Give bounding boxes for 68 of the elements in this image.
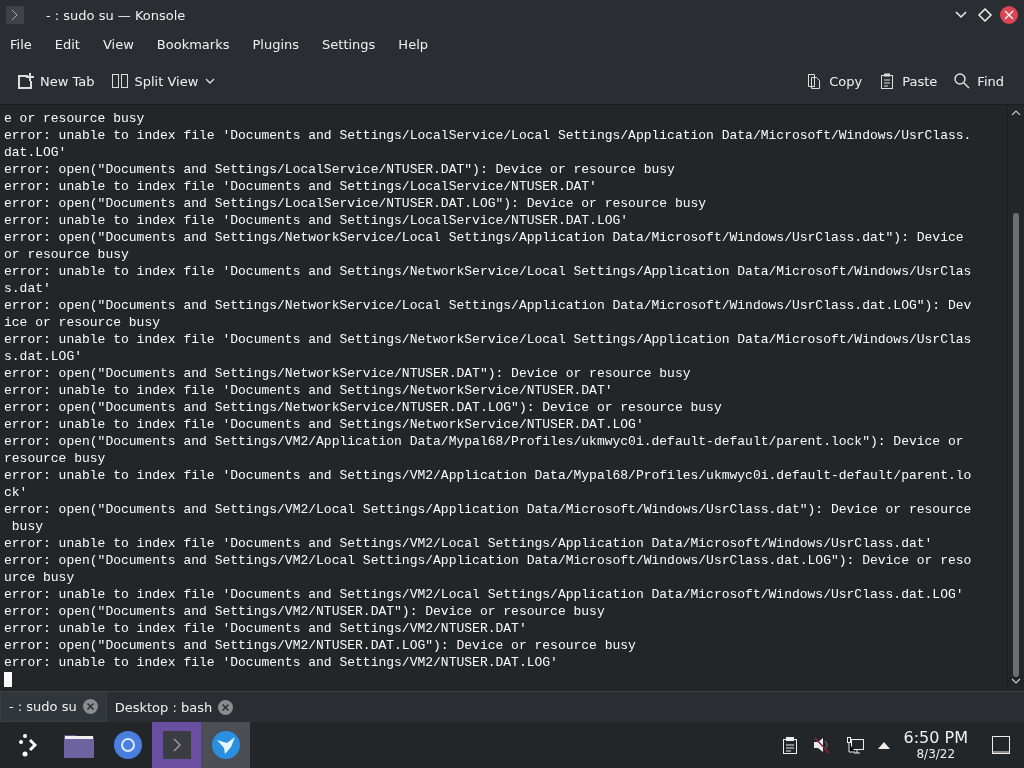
- expand-arrow-icon[interactable]: [877, 741, 890, 749]
- menu-item[interactable]: Edit: [46, 32, 88, 56]
- close-tab-icon[interactable]: [218, 699, 234, 715]
- terminal-line: e or resource busy: [4, 110, 145, 127]
- terminal-line: error: open("Documents and Settings/NetworkService/Local Settings/Application Data/Microsoft/Windows/UsrClass.dat.LOG"): Dev: [4, 297, 972, 314]
- terminal-line: ck': [4, 484, 28, 501]
- show-desktop-icon[interactable]: [992, 736, 1010, 754]
- network-icon[interactable]: [845, 736, 864, 754]
- konsole-icon: [6, 6, 24, 24]
- close-tab-icon[interactable]: [82, 699, 98, 714]
- terminal-line: error: unable to index file 'Documents and Settings/NetworkService/Local Settings/Application Data/Microsoft/Windows/UsrClas: [4, 263, 972, 280]
- terminal-line: error: open("Documents and Settings/VM2/NTUSER.DAT"): Device or resource busy: [4, 603, 605, 620]
- text-cursor: [4, 672, 12, 687]
- terminal-line: error: open("Documents and Settings/NetworkService/NTUSER.DAT.LOG"): Device or resource busy: [4, 399, 722, 416]
- clock[interactable]: 6:50 PM 8/3/22: [903, 730, 968, 760]
- bird-icon: [210, 730, 241, 760]
- terminal-line: resource busy: [4, 450, 106, 467]
- terminal-line: error: open("Documents and Settings/VM2/NTUSER.DAT.LOG"): Device or resource busy: [4, 637, 636, 654]
- terminal-line: error: open("Documents and Settings/VM2/Application Data/Mypal68/Profiles/ukmwyc0i.default-default/parent.lock"): Device or: [4, 433, 964, 450]
- terminal-line: error: open("Documents and Settings/VM2/Local Settings/Application Data/Microsoft/Windows/UsrClass.dat"): Device or resource: [4, 501, 972, 518]
- terminal-line: busy: [10, 518, 43, 535]
- muted-speaker-icon[interactable]: [811, 735, 832, 755]
- terminal-line: error: open("Documents and Settings/NetworkService/NTUSER.DAT"): Device or resource busy: [4, 365, 691, 382]
- close-button[interactable]: [1000, 6, 1018, 24]
- scrollbar-thumb[interactable]: [1013, 212, 1019, 678]
- search-icon: [953, 72, 972, 90]
- menu-item[interactable]: Settings: [314, 32, 384, 56]
- terminal-line: s.dat.LOG': [4, 348, 82, 365]
- clipboard-icon[interactable]: [781, 736, 798, 754]
- menu-item[interactable]: Plugins: [244, 32, 308, 56]
- menu-item[interactable]: Bookmarks: [148, 32, 238, 56]
- terminal-line: error: open("Documents and Settings/VM2/Local Settings/Application Data/Microsoft/Windows/UsrClass.dat.LOG"): Device or reso: [4, 552, 972, 569]
- terminal-icon: [162, 731, 191, 759]
- menu-item[interactable]: View: [94, 32, 142, 56]
- taskbar-app-button[interactable]: [201, 722, 250, 768]
- terminal-line: or resource busy: [4, 246, 129, 263]
- browser-icon: [112, 730, 143, 760]
- new-tab-icon: [16, 72, 34, 90]
- terminal-line: error: unable to index file 'Documents and Settings/VM2/NTUSER.DAT': [4, 620, 527, 637]
- terminal-line: error: unable to index file 'Documents and Settings/LocalService/NTUSER.DAT': [4, 178, 597, 195]
- terminal-line: error: unable to index file 'Documents and Settings/NetworkService/NTUSER.DAT.LOG': [4, 416, 644, 433]
- terminal-line: error: unable to index file 'Documents and Settings/NetworkService/Local Settings/Application Data/Microsoft/Windows/UsrClas: [4, 331, 972, 348]
- menu-item[interactable]: Help: [390, 32, 436, 56]
- terminal-line: error: open("Documents and Settings/LocalService/NTUSER.DAT.LOG"): Device or resource busy: [4, 195, 707, 212]
- terminal-line: error: unable to index file 'Documents and Settings/NetworkService/NTUSER.DAT': [4, 382, 613, 399]
- terminal-tab[interactable]: Desktop : bash: [106, 692, 242, 722]
- terminal-line: dat.LOG': [4, 144, 67, 161]
- terminal-line: s.dat': [4, 280, 51, 297]
- terminal-line: ice or resource busy: [4, 314, 161, 331]
- menu-item[interactable]: File: [2, 32, 40, 56]
- toolbar-button[interactable]: Split View: [104, 68, 223, 94]
- terminal-line: error: unable to index file 'Documents and Settings/VM2/NTUSER.DAT.LOG': [4, 654, 558, 671]
- terminal-line: error: unable to index file 'Documents and Settings/LocalService/Local Settings/Application Data/Microsoft/Windows/UsrClass.: [4, 127, 972, 144]
- split-view-icon: [110, 72, 129, 90]
- terminal-line: error: unable to index file 'Documents and Settings/VM2/Local Settings/Application Data/Microsoft/Windows/UsrClass.dat': [4, 535, 933, 552]
- maximize-button[interactable]: [976, 6, 994, 24]
- window-title: - : sudo su — Konsole: [46, 7, 187, 23]
- toolbar-button[interactable]: Copy: [799, 68, 869, 94]
- toolbar-button[interactable]: New Tab: [10, 68, 101, 94]
- terminal-line: urce busy: [4, 569, 75, 586]
- terminal-line: error: unable to index file 'Documents and Settings/VM2/Application Data/Mypal68/Profiles/ukmwyc0i.default-default/parent.lo: [4, 467, 972, 484]
- terminal-line: error: unable to index file 'Documents and Settings/VM2/Local Settings/Application Data/Microsoft/Windows/UsrClass.dat.LOG': [4, 586, 964, 603]
- terminal-line: error: open("Documents and Settings/NetworkService/Local Settings/Application Data/Microsoft/Windows/UsrClass.dat"): Device: [4, 229, 964, 246]
- toolbar-button[interactable]: Find: [947, 68, 1010, 94]
- toolbar-button[interactable]: Paste: [872, 68, 944, 94]
- terminal-line: error: open("Documents and Settings/LocalService/NTUSER.DAT"): Device or resource busy: [4, 161, 675, 178]
- terminal-tab[interactable]: - : sudo su: [0, 692, 107, 722]
- terminal-line: error: unable to index file 'Documents and Settings/LocalService/NTUSER.DAT.LOG': [4, 212, 629, 229]
